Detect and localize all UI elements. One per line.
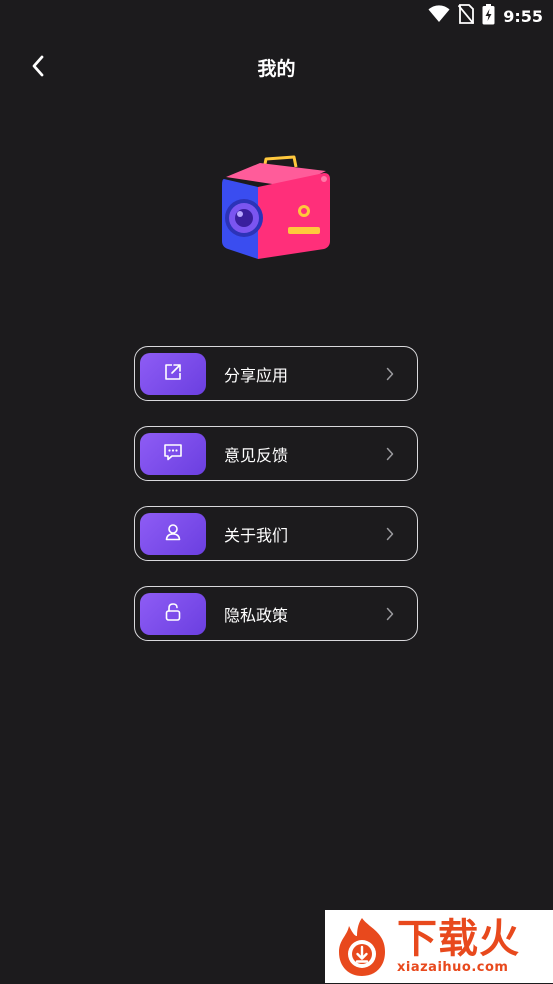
- menu-icon-tile: [140, 592, 206, 635]
- flame-logo-icon: [329, 914, 395, 980]
- feedback-icon: [163, 443, 183, 465]
- menu-icon-tile: [140, 432, 206, 475]
- menu-icon-tile: [140, 512, 206, 555]
- status-bar: 9:55: [0, 0, 553, 32]
- page-title: 我的: [257, 58, 296, 80]
- status-icons: 9:55: [428, 3, 543, 29]
- chevron-right-icon: [383, 607, 397, 621]
- menu-item-label: 隐私政策: [224, 605, 289, 625]
- status-time: 9:55: [503, 6, 543, 26]
- chevron-right-icon: [383, 527, 397, 541]
- watermark-title: 下载火: [397, 916, 520, 962]
- chevron-right-icon: [383, 367, 397, 381]
- user-icon: [164, 523, 182, 545]
- menu-item-label: 关于我们: [224, 525, 289, 545]
- menu-item-feedback[interactable]: 意见反馈: [134, 426, 418, 481]
- menu-item-label: 意见反馈: [224, 445, 289, 465]
- menu-icon-tile: [140, 352, 206, 395]
- battery-charging-icon: [482, 3, 495, 29]
- watermark-url: xiazaihuo.com: [397, 960, 509, 975]
- wifi-icon: [428, 5, 450, 27]
- watermark: 下载火 xiazaihuo.com: [325, 910, 553, 983]
- share-icon: [164, 363, 182, 385]
- no-sim-icon: [458, 4, 475, 28]
- menu-item-label: 分享应用: [224, 365, 289, 385]
- menu-list: 分享应用 意见反馈 关于我们 隐私政策: [134, 346, 418, 666]
- menu-item-about-us[interactable]: 关于我们: [134, 506, 418, 561]
- lock-icon: [164, 602, 182, 626]
- menu-item-share-app[interactable]: 分享应用: [134, 346, 418, 401]
- chevron-right-icon: [383, 447, 397, 461]
- menu-item-privacy-policy[interactable]: 隐私政策: [134, 586, 418, 641]
- watermark-text: 下载火 xiazaihuo.com: [397, 918, 520, 975]
- camera-cube-logo: [218, 155, 334, 265]
